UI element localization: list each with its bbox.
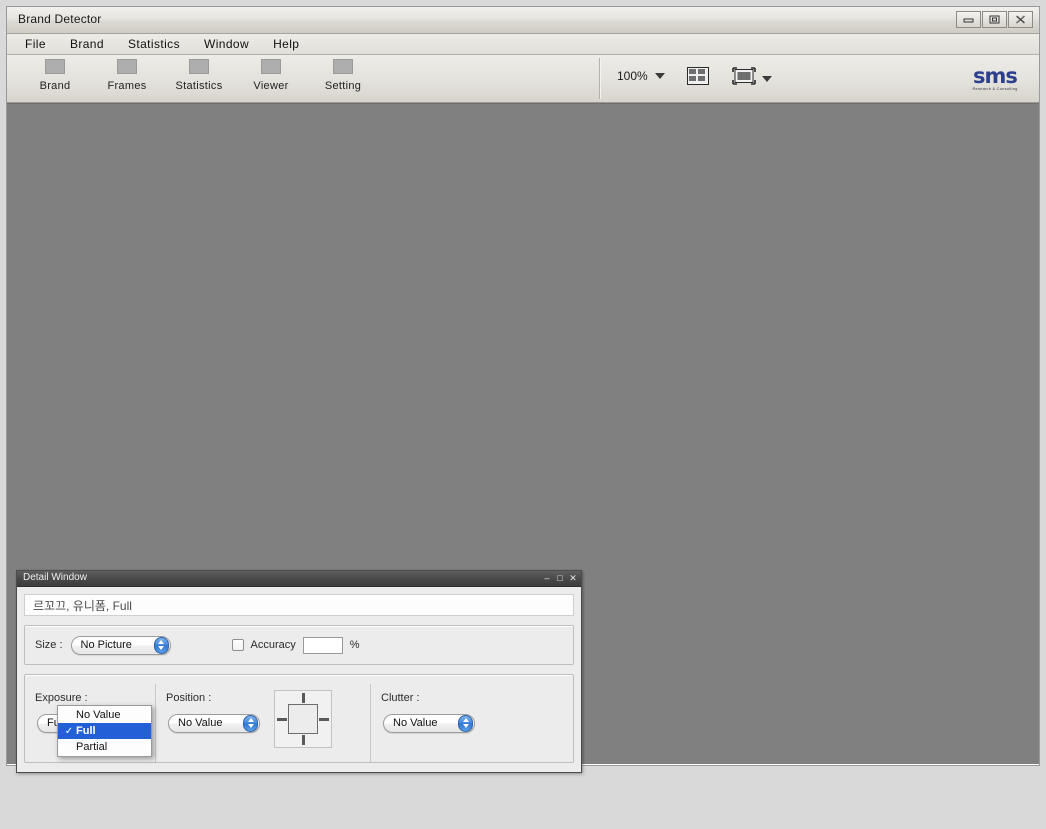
- exposure-option-label: Full: [76, 725, 96, 737]
- detail-window-controls: – □ ✕: [542, 573, 578, 583]
- size-row: Size : No Picture Accuracy %: [25, 626, 573, 664]
- position-label: Position :: [166, 692, 212, 704]
- accuracy-label: Accuracy: [250, 639, 296, 651]
- thumbnail-grid-icon: [687, 67, 709, 89]
- display-view-icon: [732, 67, 756, 90]
- mdi-workspace: Detail Window – □ ✕ 르꼬끄, 유니폼, Full Size …: [7, 103, 1039, 773]
- clutter-label: Clutter :: [381, 692, 420, 704]
- exposure-dropdown-menu[interactable]: No Value ✓ Full Partial: [57, 705, 152, 757]
- size-dropdown-value: No Picture: [80, 639, 132, 651]
- clutter-dropdown[interactable]: No Value: [383, 713, 475, 733]
- window-title: Brand Detector: [18, 12, 102, 26]
- menu-item-window[interactable]: Window: [192, 35, 261, 53]
- exposure-option-label: No Value: [76, 709, 121, 721]
- detail-window-titlebar[interactable]: Detail Window – □ ✕: [17, 571, 581, 587]
- logo-subtitle: Research & Consulting: [972, 86, 1018, 91]
- zoom-level-value: 100%: [617, 69, 648, 83]
- logo-wordmark: sms: [973, 64, 1018, 88]
- toolbar: Brand Frames Statistics Viewer Setting 1…: [7, 55, 1039, 103]
- toolbar-label-viewer: Viewer: [253, 80, 289, 92]
- maximize-icon: [989, 15, 1000, 24]
- menu-item-file[interactable]: File: [13, 35, 58, 53]
- arrow-up-icon: [462, 718, 469, 722]
- arrow-down-icon: [247, 724, 254, 728]
- toolbar-label-brand: Brand: [39, 80, 71, 92]
- exposure-label: Exposure :: [35, 692, 88, 704]
- detail-window: Detail Window – □ ✕ 르꼬끄, 유니폼, Full Size …: [16, 570, 582, 773]
- position-dropdown-value: No Value: [178, 717, 223, 729]
- maximize-button[interactable]: [982, 11, 1007, 28]
- position-tick-left: [277, 718, 287, 721]
- display-view-button[interactable]: [732, 67, 772, 90]
- clutter-dropdown-value: No Value: [393, 717, 438, 729]
- toolbar-button-setting[interactable]: Setting: [307, 55, 379, 92]
- minimize-icon: [963, 16, 974, 24]
- title-bar: Brand Detector: [7, 7, 1039, 34]
- toolbar-label-frames: Frames: [107, 80, 147, 92]
- thumbnail-grid-button[interactable]: [687, 67, 709, 90]
- window-controls: [956, 11, 1033, 28]
- statistics-icon: [189, 59, 209, 74]
- toolbar-label-statistics: Statistics: [175, 80, 223, 92]
- position-grid-widget[interactable]: [274, 690, 332, 748]
- arrow-down-icon: [462, 724, 469, 728]
- zoom-control[interactable]: 100%: [617, 69, 665, 83]
- exposure-option-no-value[interactable]: No Value: [58, 707, 151, 723]
- position-center-cell[interactable]: [288, 704, 318, 734]
- stepper-arrows-icon[interactable]: [153, 636, 169, 654]
- toolbar-button-frames[interactable]: Frames: [91, 55, 163, 92]
- accuracy-checkbox[interactable]: [231, 639, 244, 651]
- toolbar-button-brand[interactable]: Brand: [19, 55, 91, 92]
- toolbar-separator: [599, 58, 601, 99]
- size-label: Size :: [35, 639, 63, 651]
- checkmark-icon: ✓: [64, 725, 74, 737]
- position-tick-right: [319, 718, 329, 721]
- close-button[interactable]: [1008, 11, 1033, 28]
- frames-icon: [117, 59, 137, 74]
- minimize-button[interactable]: [956, 11, 981, 28]
- toolbar-label-setting: Setting: [324, 80, 362, 92]
- accuracy-input[interactable]: [302, 636, 343, 654]
- stepper-arrows-icon[interactable]: [243, 714, 258, 732]
- menu-bar: File Brand Statistics Window Help: [7, 34, 1039, 55]
- detail-close-button[interactable]: ✕: [568, 573, 578, 583]
- detail-minimize-button[interactable]: –: [542, 573, 552, 583]
- toolbar-button-statistics[interactable]: Statistics: [163, 55, 235, 92]
- arrow-up-icon: [158, 640, 165, 644]
- chevron-down-icon[interactable]: [654, 73, 665, 79]
- stepper-arrows-icon[interactable]: [458, 714, 473, 732]
- position-tick-top: [302, 693, 305, 703]
- accuracy-block: Accuracy %: [231, 636, 360, 654]
- exposure-option-label: Partial: [76, 741, 108, 753]
- brand-icon: [45, 59, 65, 74]
- detail-window-title: Detail Window: [23, 572, 87, 583]
- viewer-icon: [261, 59, 281, 74]
- size-dropdown[interactable]: No Picture: [70, 635, 171, 655]
- setting-icon: [333, 59, 353, 74]
- close-icon: [1015, 15, 1026, 24]
- clutter-column: Clutter : No Value: [370, 684, 520, 762]
- arrow-down-icon: [158, 646, 165, 650]
- menu-item-help[interactable]: Help: [261, 35, 311, 53]
- application-window: Brand Detector File Brand Statistics Win…: [6, 6, 1040, 773]
- detail-maximize-button[interactable]: □: [555, 573, 565, 583]
- position-dropdown[interactable]: No Value: [168, 713, 260, 733]
- exposure-option-partial[interactable]: Partial: [58, 739, 151, 755]
- chevron-down-icon[interactable]: [762, 75, 772, 82]
- sms-logo: sms Research & Consulting: [965, 64, 1025, 92]
- position-column: Position : No Value: [155, 684, 370, 762]
- accuracy-unit-label: %: [349, 639, 360, 651]
- position-tick-bottom: [302, 735, 305, 745]
- menu-item-statistics[interactable]: Statistics: [116, 35, 192, 53]
- toolbar-button-group: Brand Frames Statistics Viewer Setting: [7, 55, 1039, 92]
- detail-caption-text: 르꼬끄, 유니폼, Full: [24, 594, 574, 616]
- size-accuracy-group: Size : No Picture Accuracy %: [24, 625, 574, 665]
- menu-item-brand[interactable]: Brand: [58, 35, 116, 53]
- arrow-up-icon: [247, 718, 254, 722]
- toolbar-button-viewer[interactable]: Viewer: [235, 55, 307, 92]
- exposure-option-full[interactable]: ✓ Full: [58, 723, 151, 739]
